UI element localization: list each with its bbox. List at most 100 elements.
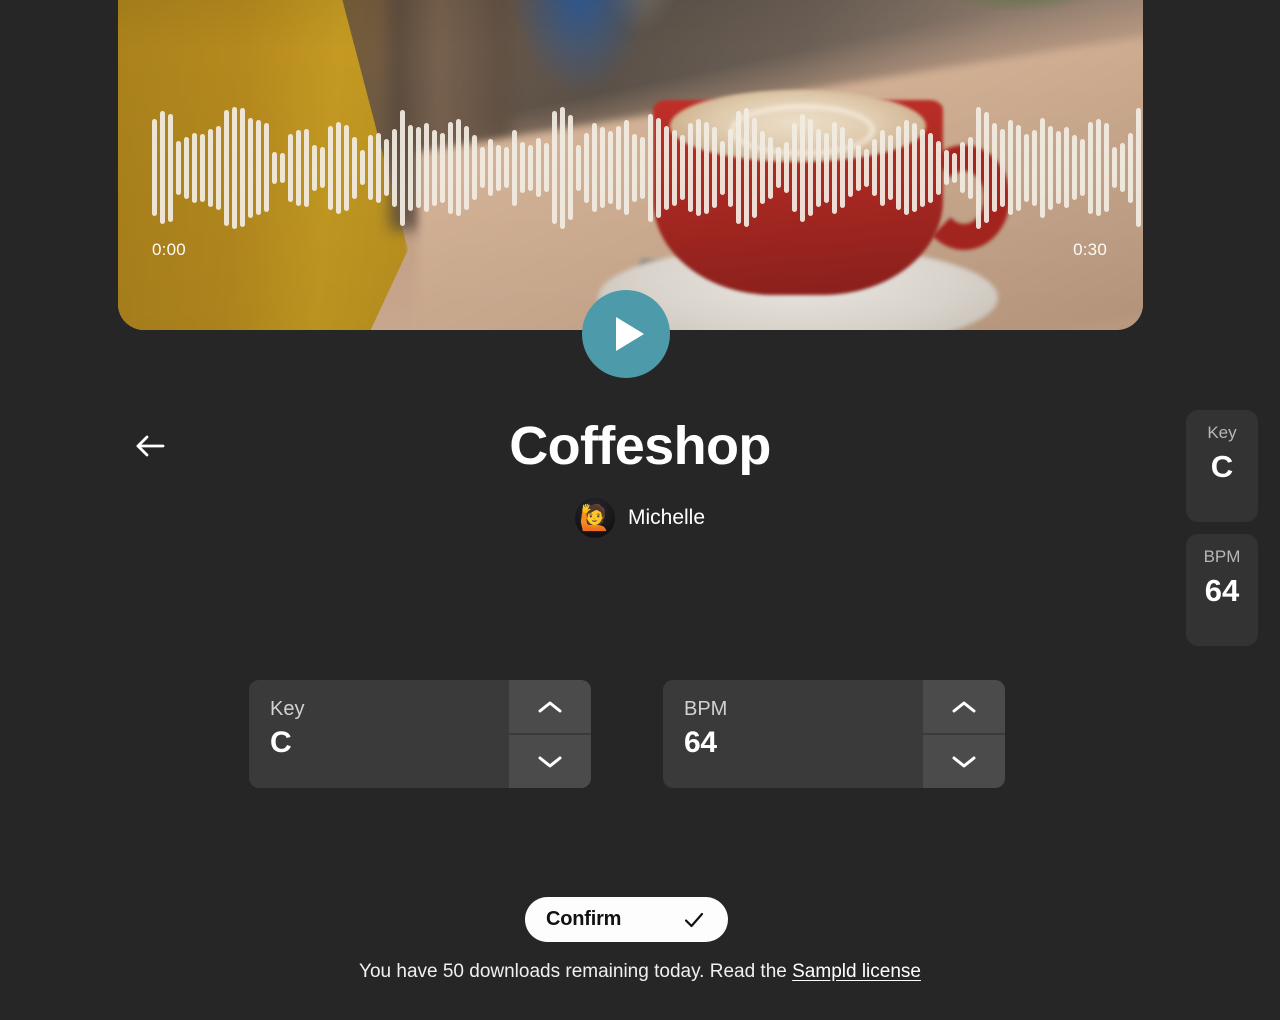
waveform-bar [632,133,637,202]
waveform-bar [568,115,573,220]
waveform-bar [360,150,365,185]
stepper-group: Key C BPM 64 [249,680,1005,788]
waveform-bar [1088,121,1093,214]
waveform-bar [776,147,781,188]
bpm-decrement-button[interactable] [923,733,1005,788]
waveform-bar [256,120,261,215]
waveform-bar [384,139,389,196]
chevron-up-icon [952,701,976,712]
avatar: 🙋 [574,498,615,538]
artist-row[interactable]: 🙋 Michelle [0,498,1280,538]
waveform-bar [544,143,549,192]
waveform-bar [760,131,765,204]
waveform-bar [744,108,749,227]
waveform-bar [1120,143,1125,192]
waveform-bar [624,120,629,215]
waveform-bar [496,144,501,191]
bpm-stepper-arrows [923,680,1005,788]
waveform-bar [1016,124,1021,211]
waveform-bar [968,136,973,199]
key-decrement-button[interactable] [509,733,591,788]
waveform-bar [264,123,269,212]
waveform-bar [408,124,413,211]
confirm-button[interactable]: Confirm [525,897,728,942]
check-icon [684,912,704,927]
waveform-bar [224,109,229,226]
waveform-bar [528,144,533,191]
waveform-bar [872,139,877,196]
waveform-bar [1056,131,1061,204]
waveform-bar [720,140,725,195]
waveform-bar [864,148,869,187]
key-increment-button[interactable] [509,680,591,733]
waveform-bar [656,117,661,218]
waveform-bar [248,117,253,218]
waveform-bar [856,144,861,191]
waveform-bar [480,147,485,188]
waveform-bar [416,127,421,208]
waveform-bar [488,139,493,196]
badge-key: Key C [1186,410,1258,522]
waveform-bar [752,117,757,218]
waveform-bar [456,119,461,216]
bpm-stepper-body: BPM 64 [663,680,923,788]
badge-key-value: C [1210,448,1234,484]
waveform-bar [1128,132,1133,203]
waveform-bar [424,123,429,212]
bpm-increment-button[interactable] [923,680,1005,733]
play-button[interactable] [582,290,670,378]
badge-bpm-value: 64 [1204,572,1240,608]
confirm-button-label: Confirm [546,908,622,930]
side-badge-group: Key C BPM 64 [1186,410,1258,646]
waveform-bar [984,112,989,223]
waveform-bar [936,140,941,195]
badge-key-label: Key [1207,423,1237,442]
waveform-bar [704,121,709,214]
badge-bpm: BPM 64 [1186,534,1258,646]
waveform-bar [880,129,885,206]
waveform-bar [688,123,693,212]
waveform-bar [448,121,453,214]
audio-waveform[interactable] [152,100,1141,235]
waveform-bar [1008,120,1013,215]
chevron-down-icon [538,756,562,767]
waveform-bar [552,111,557,224]
waveform-bar [216,125,221,210]
waveform-bar [976,106,981,229]
waveform-bar [616,125,621,210]
waveform-bar [1136,108,1141,227]
waveform-bar [400,109,405,226]
waveform-bar [464,125,469,210]
waveform-bar [520,142,525,193]
bpm-stepper-label: BPM [684,698,728,720]
waveform-bar [592,123,597,212]
waveform-bar [832,121,837,214]
key-stepper[interactable]: Key C [249,680,591,788]
waveform-bar [992,123,997,212]
waveform-bar [536,138,541,197]
waveform-bar [288,133,293,202]
waveform-bar [184,136,189,199]
waveform-bar [1024,133,1029,202]
license-link[interactable]: Sampld license [792,961,921,982]
waveform-bar [1000,128,1005,207]
key-stepper-body: Key C [249,680,509,788]
player-hero: 0:00 0:30 [118,0,1143,330]
waveform-bar [728,128,733,207]
waveform-bar [512,129,517,206]
waveform-bar [160,111,165,224]
bpm-stepper[interactable]: BPM 64 [663,680,1005,788]
waveform-bar [840,127,845,208]
waveform-bar [168,113,173,222]
waveform-bar [1096,119,1101,216]
waveform-bar [1040,117,1045,218]
waveform-bar [944,150,949,185]
sample-detail-page: 0:00 0:30 Coffeshop 🙋 Michelle Key C BPM… [0,0,1280,1020]
waveform-bar [664,125,669,210]
waveform-bar [328,125,333,210]
waveform-bar [928,132,933,203]
waveform-bar [280,152,285,183]
waveform-bar [304,128,309,207]
waveform-bar [152,119,157,216]
play-triangle-icon [615,317,644,351]
